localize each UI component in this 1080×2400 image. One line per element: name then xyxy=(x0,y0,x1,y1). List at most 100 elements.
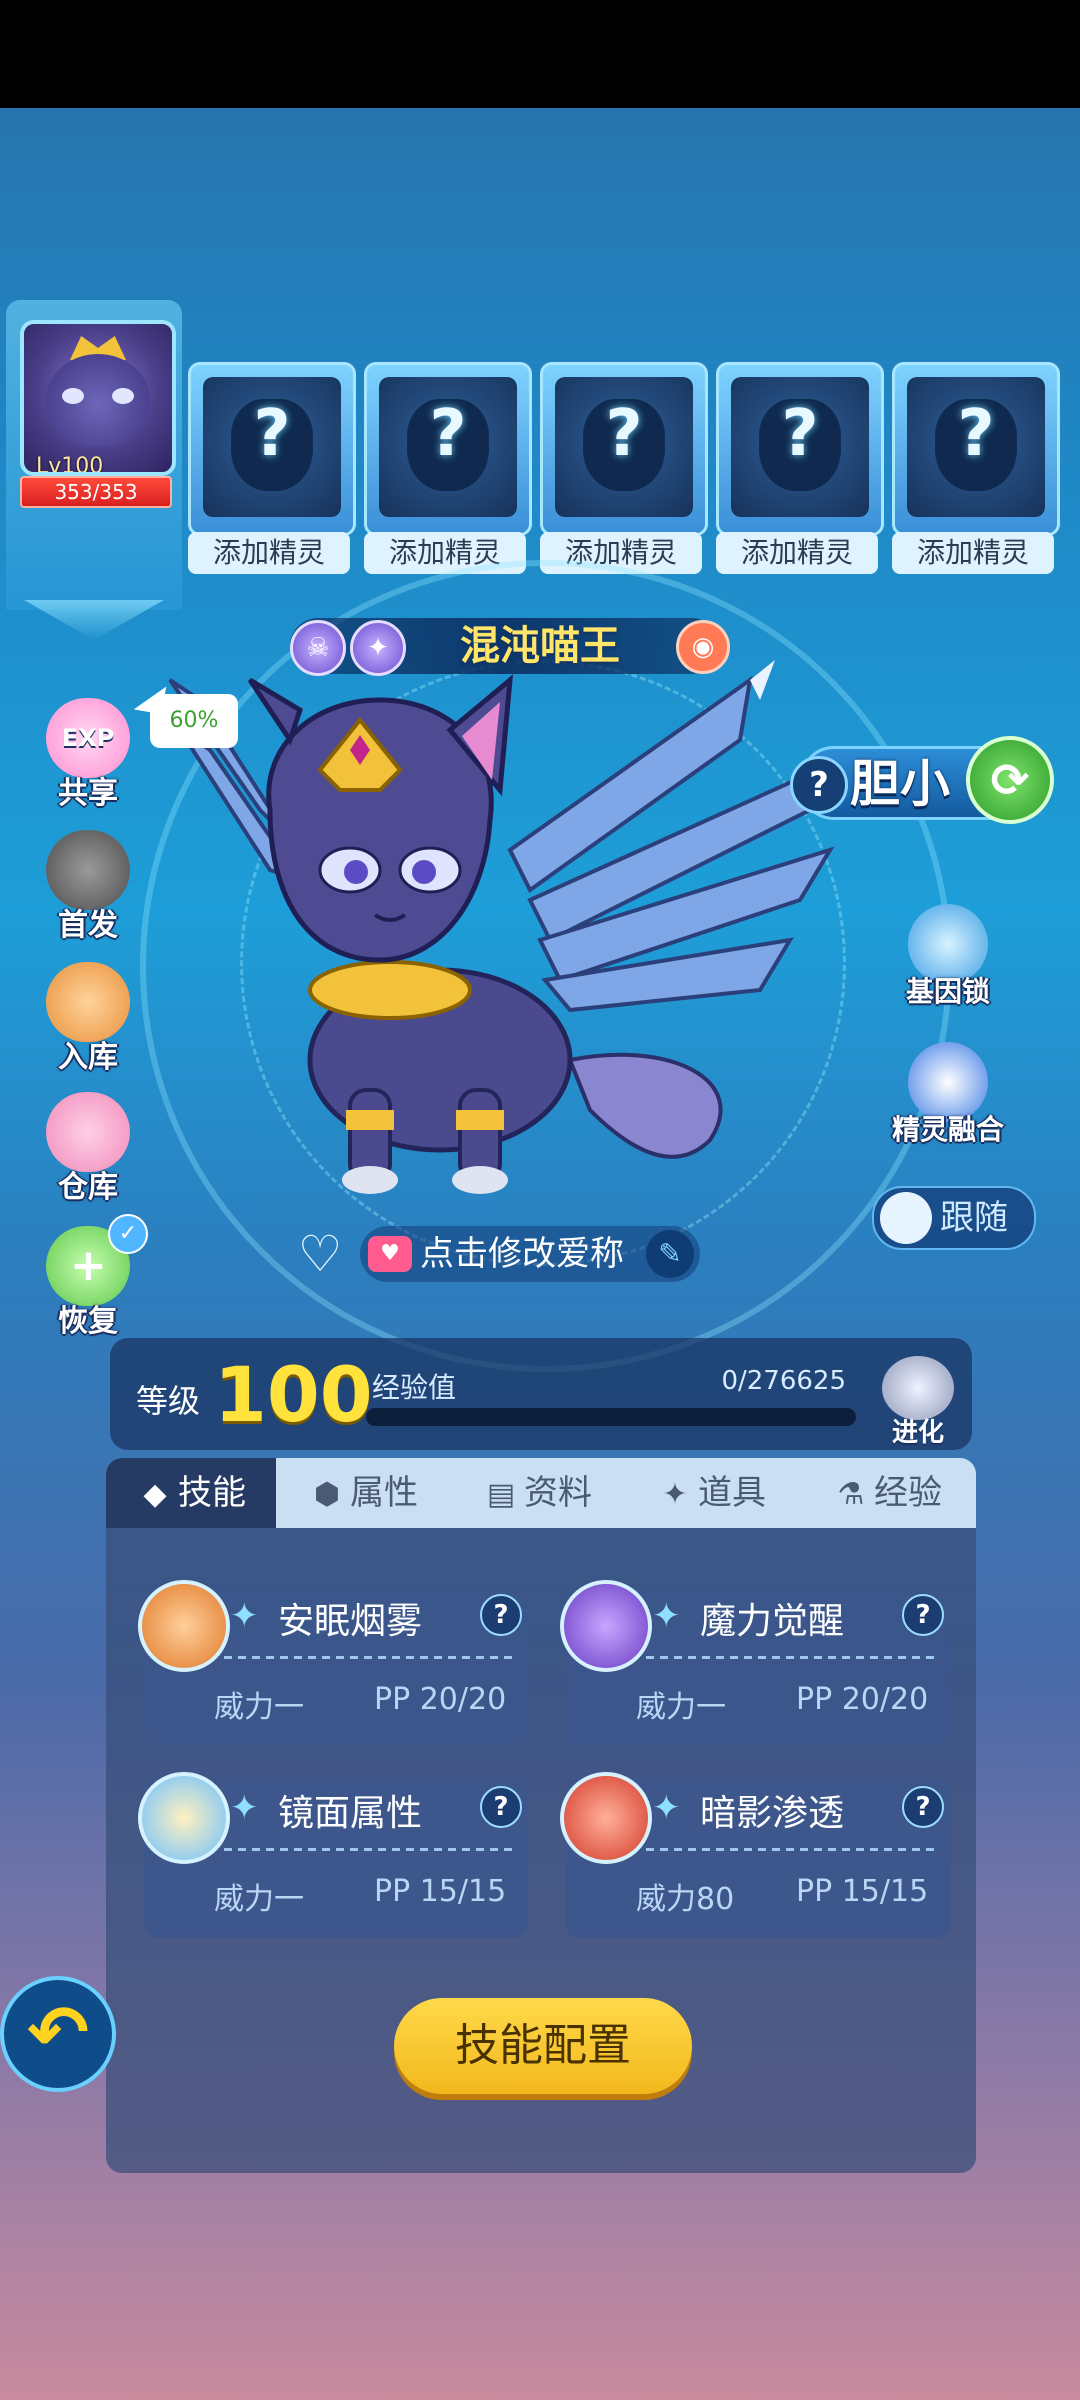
evolve-label: 进化 xyxy=(891,1418,944,1448)
share-percent-bubble: 60% xyxy=(150,694,238,748)
add-pet-label: 添加精灵 xyxy=(716,532,878,574)
magic-awaken-skill-icon xyxy=(560,1580,652,1672)
follow-label: 跟随 xyxy=(940,1198,1008,1238)
storage-in-button[interactable]: 入库 xyxy=(38,962,138,1075)
pet-name: 混沌喵王 xyxy=(460,623,620,669)
exp-label: 经验值 xyxy=(372,1371,457,1404)
empty-pet-slot[interactable]: ? 添加精灵 xyxy=(716,362,884,576)
empty-pet-slot[interactable]: ? 添加精灵 xyxy=(364,362,532,576)
evolve-button[interactable]: 进化 xyxy=(876,1348,960,1448)
skill-power: 威力80 xyxy=(636,1882,735,1917)
recover-label: 恢复 xyxy=(58,1304,118,1339)
tab-skills[interactable]: ◆ 技能 xyxy=(106,1458,276,1528)
active-pet-portrait: Lv100 xyxy=(20,320,176,476)
skill-power: 威力一 xyxy=(214,1882,304,1917)
nickname-hint: 点击修改爱称 xyxy=(420,1234,624,1274)
skill-name: 安眠烟雾 xyxy=(278,1601,423,1642)
skill-help-icon[interactable]: ? xyxy=(480,1786,522,1828)
skill-card[interactable]: ✦ 暗影渗透 ? 威力80 PP 15/15 xyxy=(560,1772,950,1938)
shadow-skill-icon xyxy=(560,1772,652,1864)
skill-type-icon: ✦ xyxy=(230,1596,259,1636)
warehouse-icon xyxy=(46,1092,130,1172)
skill-type-icon: ✦ xyxy=(652,1596,681,1636)
back-arrow-icon: ↶ xyxy=(26,1990,89,2076)
diamond-icon: ◆ xyxy=(143,1477,167,1512)
pet-illustration[interactable] xyxy=(150,640,850,1200)
first-label: 首发 xyxy=(58,908,118,943)
evolve-icon xyxy=(882,1356,954,1420)
back-button[interactable]: ↶ xyxy=(0,1976,116,2092)
tab-info[interactable]: ▤ 资料 xyxy=(450,1458,624,1528)
storage-in-icon xyxy=(46,962,130,1042)
add-pet-label: 添加精灵 xyxy=(892,532,1054,574)
recover-button[interactable]: + ✓ 恢复 xyxy=(38,1214,148,1339)
fusion-label: 精灵融合 xyxy=(891,1113,1004,1146)
exp-value: 0/276625 xyxy=(721,1366,846,1396)
exp-share-icon: EXP xyxy=(46,698,130,778)
exp-share-button[interactable]: EXP 共享 xyxy=(38,698,138,811)
nickname-bar[interactable]: ♥ 点击修改爱称 ✎ xyxy=(360,1226,700,1282)
storage-in-label: 入库 xyxy=(58,1040,118,1075)
smoke-skill-icon xyxy=(138,1580,230,1672)
active-pet-slot[interactable]: Lv100 353/353 xyxy=(6,300,182,610)
follow-toggle[interactable]: 跟随 xyxy=(872,1186,1036,1250)
skill-help-icon[interactable]: ? xyxy=(902,1594,944,1636)
skull-type-icon: ☠ xyxy=(290,620,346,676)
add-pet-label: 添加精灵 xyxy=(188,532,350,574)
refresh-icon[interactable]: ⟳ xyxy=(966,736,1054,824)
tab-experience[interactable]: ⚗ 经验 xyxy=(798,1458,976,1528)
skill-help-icon[interactable]: ? xyxy=(480,1594,522,1636)
skill-help-icon[interactable]: ? xyxy=(902,1786,944,1828)
level-value: 100 xyxy=(214,1350,373,1439)
warehouse-label: 仓库 xyxy=(58,1170,118,1205)
toggle-knob xyxy=(880,1192,932,1244)
pet-level-label: Lv100 xyxy=(36,454,104,476)
pet-face xyxy=(46,354,150,446)
skill-config-button[interactable]: 技能配置 xyxy=(394,1998,692,2094)
mirror-skill-icon xyxy=(138,1772,230,1864)
skill-pp: PP 20/20 xyxy=(796,1682,929,1717)
check-icon: ✓ xyxy=(108,1214,148,1254)
skill-card[interactable]: ✦ 安眠烟雾 ? 威力一 PP 20/20 xyxy=(138,1580,528,1746)
skill-name: 暗影渗透 xyxy=(700,1793,845,1834)
hp-bar: 353/353 xyxy=(20,476,172,508)
hexagon-icon: ⬢ xyxy=(313,1477,341,1512)
warehouse-button[interactable]: 仓库 xyxy=(38,1092,138,1205)
skill-type-icon: ✦ xyxy=(230,1788,259,1828)
personality-help-icon[interactable]: ? xyxy=(790,756,848,814)
item-icon: ✦ xyxy=(662,1477,688,1512)
skill-name: 魔力觉醒 xyxy=(700,1601,845,1642)
skill-pp: PP 15/15 xyxy=(796,1874,929,1909)
skill-name: 镜面属性 xyxy=(278,1793,423,1834)
edit-icon[interactable]: ✎ xyxy=(646,1230,694,1278)
first-cat-icon xyxy=(46,830,130,910)
heart-icon[interactable]: ♡ xyxy=(292,1228,348,1280)
empty-pet-slot[interactable]: ? 添加精灵 xyxy=(892,362,1060,576)
empty-pet-slot[interactable]: ? 添加精灵 xyxy=(540,362,708,576)
share-label: 共享 xyxy=(58,776,118,811)
skill-pp: PP 15/15 xyxy=(374,1874,507,1909)
skill-pp: PP 20/20 xyxy=(374,1682,507,1717)
personality-label: 胆小 xyxy=(850,755,950,813)
fusion-button[interactable]: 精灵融合 xyxy=(878,1042,1018,1162)
level-label: 等级 xyxy=(136,1382,201,1420)
tab-attributes[interactable]: ⬢ 属性 xyxy=(276,1458,450,1528)
gene-lock-label: 基因锁 xyxy=(905,975,990,1008)
skill-card[interactable]: ✦ 魔力觉醒 ? 威力一 PP 20/20 xyxy=(560,1580,950,1746)
gender-icon: ◉ xyxy=(676,620,730,674)
clipboard-icon: ▤ xyxy=(486,1477,516,1512)
personality-panel[interactable]: ? 胆小 ⟳ xyxy=(790,730,1054,830)
skill-power: 威力一 xyxy=(636,1690,726,1725)
flask-icon: ⚗ xyxy=(837,1477,865,1512)
cat-type-icon: ✦ xyxy=(350,620,406,676)
level-panel: 等级 100 经验值 0/276625 进化 xyxy=(110,1338,972,1450)
gene-lock-button[interactable]: 基因锁 xyxy=(878,904,1018,1024)
empty-pet-slot[interactable]: ? 添加精灵 xyxy=(188,362,356,576)
skill-power: 威力一 xyxy=(214,1690,304,1725)
exp-bar xyxy=(366,1408,856,1426)
first-button[interactable]: 首发 xyxy=(38,830,138,943)
tab-items[interactable]: ✦ 道具 xyxy=(624,1458,798,1528)
nickname-badge-icon: ♥ xyxy=(368,1236,412,1272)
skill-card[interactable]: ✦ 镜面属性 ? 威力一 PP 15/15 xyxy=(138,1772,528,1938)
skill-type-icon: ✦ xyxy=(652,1788,681,1828)
